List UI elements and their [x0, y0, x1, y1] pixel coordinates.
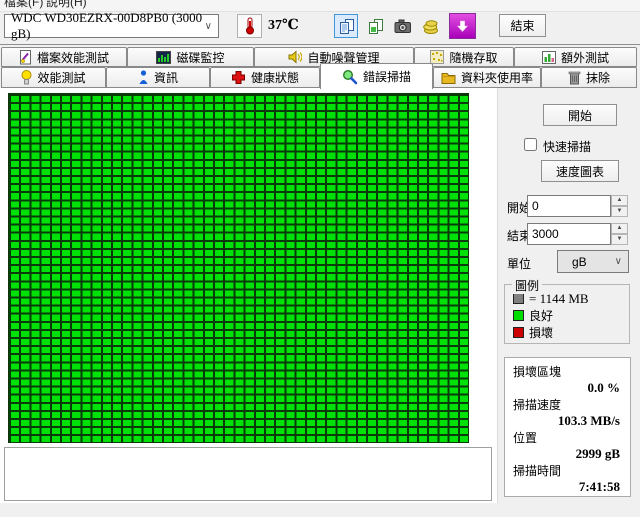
status-box — [4, 447, 492, 501]
tab-label: 抹除 — [586, 69, 610, 86]
legend-bad-label: 損壞 — [529, 324, 553, 341]
update-button[interactable] — [449, 13, 476, 39]
info-icon — [138, 70, 149, 85]
tab-label: 隨機存取 — [449, 49, 497, 66]
stat-value: 0.0 % — [505, 380, 630, 396]
extra-tests-icon — [542, 51, 556, 64]
unit-field-label: 單位 — [507, 255, 531, 272]
disk-monitor-icon — [156, 51, 171, 64]
drive-select-value: WDC WD30EZRX-00D8PB0 (3000 gB) — [11, 10, 205, 42]
start-value-input[interactable] — [527, 195, 611, 217]
copy-pages-icon — [338, 18, 355, 35]
folder-icon — [441, 71, 456, 84]
lightbulb-icon — [21, 70, 32, 85]
chevron-down-icon: ∨ — [615, 256, 628, 267]
trash-icon — [568, 70, 581, 85]
spin-down-icon[interactable]: ▼ — [611, 206, 628, 217]
panel-divider — [497, 88, 498, 503]
end-value-input[interactable] — [527, 223, 611, 245]
tab-label: 額外測試 — [561, 49, 609, 66]
tab-extra-tests[interactable]: 額外測試 — [514, 47, 637, 67]
drive-select[interactable]: WDC WD30EZRX-00D8PB0 (3000 gB) ∨ — [4, 14, 219, 38]
coins-icon — [422, 18, 440, 35]
spin-up-icon[interactable]: ▲ — [611, 223, 628, 234]
tab-label: 資料夾使用率 — [461, 69, 533, 86]
stat-position: 位置 2999 gB — [505, 429, 630, 462]
stat-scan-time: 掃描時間 7:41:58 — [505, 462, 630, 495]
stat-label: 損壞區塊 — [505, 363, 630, 380]
legend-good: 良好 — [505, 307, 629, 324]
copy-screenshot-button[interactable] — [334, 14, 358, 38]
unit-select[interactable]: gB ∨ — [557, 250, 629, 273]
good-swatch — [513, 310, 524, 321]
legend-box: 圖例 = 1144 MB 良好 損壞 — [504, 284, 630, 344]
save-screenshot-button[interactable] — [391, 14, 415, 38]
hdtune-window: 檔案(F) 說明(H) WDC WD30EZRX-00D8PB0 (3000 g… — [0, 0, 640, 517]
tab-label: 檔案效能測試 — [37, 49, 109, 66]
stat-label: 位置 — [505, 429, 630, 446]
temperature-button[interactable] — [237, 14, 262, 38]
unit-select-value: gB — [572, 255, 587, 269]
stats-panel: 損壞區塊 0.0 % 掃描速度 103.3 MB/s 位置 2999 gB 掃描… — [504, 357, 631, 497]
tab-label: 錯誤掃描 — [363, 68, 411, 85]
speed-map-button[interactable]: 速度圖表 — [541, 160, 619, 182]
spin-down-icon[interactable]: ▼ — [611, 234, 628, 245]
toolbar: WDC WD30EZRX-00D8PB0 (3000 gB) ∨ 37℃ — [0, 12, 640, 45]
random-access-icon — [430, 50, 444, 64]
start-scan-button[interactable]: 開始 — [543, 104, 617, 126]
stat-damaged-blocks: 損壞區塊 0.0 % — [505, 363, 630, 396]
tab-label: 健康狀態 — [251, 69, 299, 86]
tab-health[interactable]: 健康狀態 — [210, 67, 320, 88]
stat-label: 掃描速度 — [505, 396, 630, 413]
spin-up-icon[interactable]: ▲ — [611, 195, 628, 206]
stat-value: 103.3 MB/s — [505, 413, 630, 429]
tab-label: 效能測試 — [37, 69, 85, 86]
copy-image-icon — [367, 18, 384, 35]
tab-info[interactable]: 資訊 — [106, 67, 210, 88]
tab-erase[interactable]: 抹除 — [541, 67, 637, 88]
tab-disk-monitor[interactable]: 磁碟監控 — [127, 47, 254, 67]
menu-help[interactable]: 說明(H) — [46, 0, 87, 10]
speaker-icon — [288, 50, 302, 64]
legend-title: 圖例 — [512, 277, 542, 294]
tab-folder-usage[interactable]: 資料夾使用率 — [433, 67, 541, 88]
tab-file-benchmark[interactable]: 檔案效能測試 — [1, 47, 127, 67]
bad-swatch — [513, 327, 524, 338]
stat-value: 2999 gB — [505, 446, 630, 462]
scan-grid — [8, 93, 469, 443]
error-scan-page — [0, 88, 497, 503]
stat-scan-speed: 掃描速度 103.3 MB/s — [505, 396, 630, 429]
end-spinner: ▲ ▼ — [611, 223, 628, 245]
error-scan-icon — [342, 69, 358, 85]
coins-button[interactable] — [419, 14, 443, 38]
block-swatch — [513, 293, 524, 304]
menu-file[interactable]: 檔案(F) — [4, 0, 43, 10]
thermometer-icon — [244, 17, 256, 35]
file-benchmark-icon — [19, 50, 32, 65]
download-arrow-icon — [456, 20, 469, 33]
health-cross-icon — [231, 70, 246, 85]
copy-image-button[interactable] — [363, 14, 387, 38]
temperature-value: 37℃ — [268, 17, 299, 34]
tab-error-scan[interactable]: 錯誤掃描 — [320, 63, 433, 89]
tab-label: 資訊 — [154, 69, 178, 86]
quick-scan-checkbox[interactable] — [524, 138, 537, 151]
start-spinner: ▲ ▼ — [611, 195, 628, 217]
camera-icon — [394, 19, 412, 34]
stat-value: 7:41:58 — [505, 479, 630, 495]
exit-button[interactable]: 結束 — [499, 14, 546, 37]
tab-benchmark[interactable]: 效能測試 — [1, 67, 106, 88]
chevron-down-icon: ∨ — [205, 21, 218, 32]
quick-scan-label: 快速掃描 — [543, 138, 591, 155]
tab-label: 磁碟監控 — [176, 49, 224, 66]
stat-label: 掃描時間 — [505, 462, 630, 479]
legend-good-label: 良好 — [529, 307, 553, 324]
legend-bad: 損壞 — [505, 324, 629, 341]
